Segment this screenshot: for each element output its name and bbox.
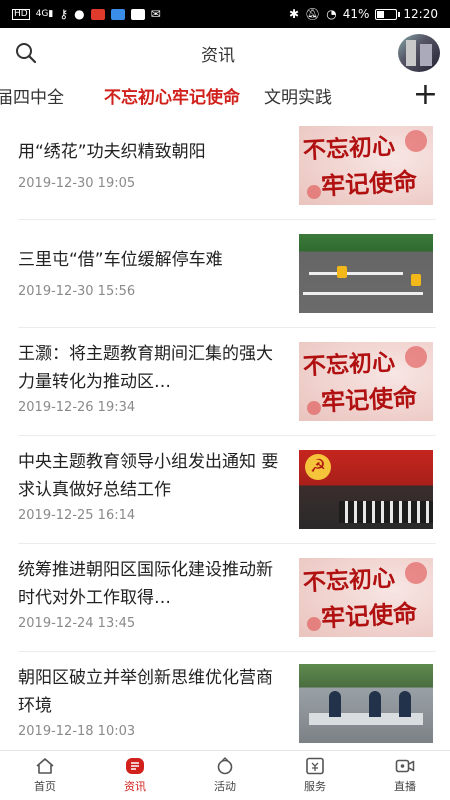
list-item[interactable]: 统筹推进朝阳区国际化建设推动新时代对外工作取得… 2019-12-24 13:4… <box>0 544 450 652</box>
article-date: 2019-12-24 13:45 <box>18 616 136 631</box>
tab-original-mission[interactable]: 不忘初心牢记使命 <box>104 83 240 108</box>
app-header: 资讯 <box>0 28 450 78</box>
bluetooth-icon: ✱ <box>288 7 300 21</box>
list-item[interactable]: 中央主题教育领导小组发出通知 要求认真做好总结工作 2019-12-25 16:… <box>0 436 450 544</box>
home-icon <box>36 758 54 774</box>
blossom-decoration <box>307 401 321 415</box>
chat-icon: ● <box>74 7 85 21</box>
article-headline: 用“绣花”功夫织精致朝阳 <box>18 142 206 162</box>
article-thumbnail: 不忘初心 牢记使命 <box>299 342 433 421</box>
blossom-decoration <box>405 562 427 584</box>
app-play-icon <box>130 8 145 20</box>
status-left-icons: HD 4G▮ ⚷ ● ✉ <box>12 8 161 20</box>
status-right-icons: ✱ 🔕︎ ◔ 41% 12:20 <box>289 7 438 21</box>
add-tab-icon[interactable]: + <box>413 78 438 112</box>
mute-icon: 🔕︎ <box>305 7 321 21</box>
list-item[interactable]: 王灏：将主题教育期间汇集的强大力量转化为推动区… 2019-12-26 19:3… <box>0 328 450 436</box>
article-headline: 三里屯“借”车位缓解停车难 <box>18 250 223 270</box>
nav-label: 服务 <box>304 780 326 793</box>
tab-plenary[interactable]: 届四中全 <box>0 83 92 108</box>
crowd-illustration <box>339 501 433 523</box>
mail-icon: ✉ <box>150 7 161 21</box>
signal-4g-icon: 4G▮ <box>35 8 54 19</box>
nav-home[interactable]: 首页 <box>0 751 90 800</box>
nav-service[interactable]: 服务 <box>270 751 360 800</box>
nav-label: 活动 <box>214 780 236 793</box>
article-headline: 统筹推进朝阳区国际化建设推动新时代对外工作取得… <box>18 560 273 608</box>
article-thumbnail <box>299 664 433 743</box>
article-date: 2019-12-18 10:03 <box>18 724 136 739</box>
person-illustration <box>369 691 381 717</box>
article-date: 2019-12-30 19:05 <box>18 176 136 191</box>
person-illustration <box>399 691 411 717</box>
parking-barrier <box>337 266 347 278</box>
blossom-decoration <box>307 617 321 631</box>
status-bar: HD 4G▮ ⚷ ● ✉ ✱ 🔕︎ ◔ 41% 12:20 <box>0 0 450 28</box>
article-headline: 王灏：将主题教育期间汇集的强大力量转化为推动区… <box>18 344 273 392</box>
app-red-icon <box>90 8 105 20</box>
article-headline: 朝阳区破立并举创新思维优化营商环境 <box>18 668 273 716</box>
article-date: 2019-12-26 19:34 <box>18 400 136 415</box>
parking-line <box>303 292 423 295</box>
person-illustration <box>329 691 341 717</box>
poster-text-line1: 不忘初心 <box>302 564 396 597</box>
tab-civilization-practice[interactable]: 文明实践 <box>264 83 338 108</box>
nav-news[interactable]: 资讯 <box>90 751 180 800</box>
emblem-icon: ☭ <box>305 454 331 480</box>
list-item[interactable]: 用“绣花”功夫织精致朝阳 2019-12-30 19:05 不忘初心 牢记使命 <box>0 112 450 220</box>
nav-live[interactable]: 直播 <box>360 751 450 800</box>
search-icon[interactable] <box>14 41 38 65</box>
page-title: 资讯 <box>201 45 235 66</box>
poster-text-line2: 牢记使命 <box>320 598 418 633</box>
battery-percent: 41% <box>342 7 370 21</box>
hd-icon: HD <box>12 8 30 20</box>
article-headline: 中央主题教育领导小组发出通知 要求认真做好总结工作 <box>18 452 279 500</box>
article-date: 2019-12-30 15:56 <box>18 284 136 299</box>
blossom-decoration <box>405 346 427 368</box>
category-tabs: 届四中全 不忘初心牢记使命 文明实践 + <box>0 78 450 112</box>
clock: 12:20 <box>403 7 438 21</box>
blossom-decoration <box>405 130 427 152</box>
bottom-nav: 首页 资讯 活动 服务 直播 <box>0 750 450 800</box>
nav-label: 直播 <box>394 780 416 793</box>
news-icon <box>126 758 144 774</box>
poster-text-line1: 不忘初心 <box>302 132 396 165</box>
poster-text-line1: 不忘初心 <box>302 348 396 381</box>
parking-barrier <box>411 274 421 286</box>
article-thumbnail: 不忘初心 牢记使命 <box>299 558 433 637</box>
key-icon: ⚷ <box>59 7 69 21</box>
parking-line <box>309 272 403 275</box>
article-thumbnail: ☭ <box>299 450 433 529</box>
blossom-decoration <box>307 185 321 199</box>
poster-text-line2: 牢记使命 <box>320 166 418 201</box>
service-icon <box>306 757 324 775</box>
poster-text-line2: 牢记使命 <box>320 382 418 417</box>
app-blue-icon <box>110 8 125 20</box>
article-thumbnail: 不忘初心 牢记使命 <box>299 126 433 205</box>
wifi-icon: ◔ <box>326 7 337 21</box>
avatar[interactable] <box>398 34 440 72</box>
live-icon <box>395 759 415 773</box>
list-item[interactable]: 三里屯“借”车位缓解停车难 2019-12-30 15:56 <box>0 220 450 328</box>
nav-label: 首页 <box>34 780 56 793</box>
article-list: 用“绣花”功夫织精致朝阳 2019-12-30 19:05 不忘初心 牢记使命 … <box>0 112 450 750</box>
nav-activity[interactable]: 活动 <box>180 751 270 800</box>
battery-icon <box>375 8 401 20</box>
activity-icon <box>217 757 233 775</box>
nav-label: 资讯 <box>124 780 146 793</box>
article-thumbnail <box>299 234 433 313</box>
list-item[interactable]: 朝阳区破立并举创新思维优化营商环境 2019-12-18 10:03 <box>0 652 450 750</box>
article-date: 2019-12-25 16:14 <box>18 508 136 523</box>
